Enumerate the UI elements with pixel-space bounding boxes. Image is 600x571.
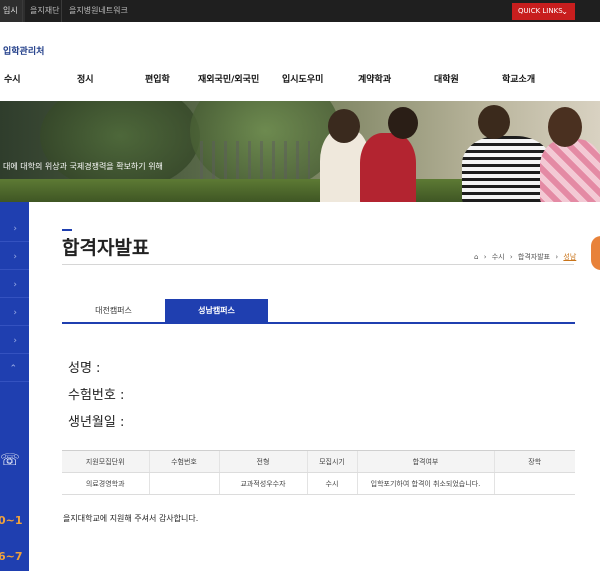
breadcrumb-separator: ›: [483, 253, 487, 261]
nav-item-jeongsi[interactable]: 정시: [77, 72, 94, 85]
chevron-right-icon: ›: [13, 280, 17, 290]
thank-you-message: 을지대학교에 지원해 주셔서 감사합니다.: [63, 514, 199, 523]
breadcrumb-item[interactable]: 합격자발표: [518, 253, 550, 261]
banner-tree: [40, 101, 200, 191]
breadcrumb-current[interactable]: 성남: [563, 253, 576, 261]
chevron-right-icon: ›: [13, 308, 17, 318]
result-table: 지원모집단위 수험번호 전형 모집시기 합격여부 장학 의료경영학과 교과적성우…: [62, 450, 575, 495]
banner-student-head: [388, 107, 418, 139]
column-header: 모집시기: [306, 450, 357, 473]
table-cell: 수시: [306, 472, 357, 495]
nav-item-transfer[interactable]: 편입학: [145, 72, 170, 85]
table-cell: [493, 472, 575, 495]
quick-links-button[interactable]: QUICK LINKS ⌄: [512, 3, 575, 20]
site-brand[interactable]: 입학관리처: [3, 44, 44, 57]
nav-item-graduate[interactable]: 대학원: [434, 72, 459, 85]
main-navigation: 수시 정시 편입학 재외국민/외국민 입시도우미 계약학과 대학원 학교소개: [0, 72, 600, 88]
banner-student: [360, 133, 416, 202]
campus-tabs: 대전캠퍼스 성남캠퍼스: [62, 299, 575, 324]
side-nav-item[interactable]: ›: [0, 244, 29, 270]
phone-number-fragment: 0~1: [0, 514, 23, 527]
breadcrumb-item[interactable]: 수시: [492, 253, 505, 261]
quick-links-label: QUICK LINKS: [518, 7, 563, 15]
banner-slogan: 대에 대학의 위상과 국제경쟁력을 확보하기 위해: [3, 162, 163, 171]
title-accent: [62, 229, 72, 231]
phone-icon: ☏: [0, 450, 21, 469]
column-header: 지원모집단위: [62, 450, 149, 473]
floating-side-tab[interactable]: [591, 236, 600, 270]
banner-fence: [200, 141, 310, 181]
table-cell: 입학포기하여 합격이 취소되었습니다.: [356, 472, 494, 495]
table-cell: 교과적성우수자: [218, 472, 307, 495]
home-icon[interactable]: ⌂: [474, 253, 478, 261]
nav-item-about[interactable]: 학교소개: [502, 72, 535, 85]
banner-student: [540, 139, 600, 202]
table-header-row: 지원모집단위 수험번호 전형 모집시기 합격여부 장학: [62, 450, 575, 473]
title-divider: [62, 264, 574, 265]
topbar-link-foundation[interactable]: 을지재단: [22, 0, 66, 22]
table-cell: [148, 472, 219, 495]
chevron-right-icon: ›: [13, 336, 17, 346]
banner-student-head: [478, 105, 510, 139]
table-cell: 의료경영학과: [62, 472, 149, 495]
breadcrumb-separator: ›: [555, 253, 559, 261]
phone-number-fragment: 6~7: [0, 550, 23, 563]
nav-item-contract-dept[interactable]: 계약학과: [358, 72, 391, 85]
name-label: 성명 :: [68, 361, 101, 376]
exam-number-label: 수험번호 :: [68, 388, 125, 403]
column-header: 전형: [218, 450, 307, 473]
hero-banner: 대에 대학의 위상과 국제경쟁력을 확보하기 위해: [0, 101, 600, 202]
nav-item-admission-help[interactable]: 입시도우미: [282, 72, 323, 85]
nav-item-overseas[interactable]: 재외국민/외국민: [198, 72, 259, 85]
chevron-right-icon: ›: [13, 252, 17, 262]
tab-seongnam-campus[interactable]: 성남캠퍼스: [165, 299, 268, 322]
column-header: 수험번호: [148, 450, 219, 473]
side-nav-item[interactable]: ›: [0, 328, 29, 354]
banner-student-head: [328, 109, 360, 143]
chevron-right-icon: ›: [13, 224, 17, 234]
topbar-link-hospital-network[interactable]: 을지병원네트워크: [61, 0, 135, 22]
side-nav-item[interactable]: ›: [0, 216, 29, 242]
page-title: 합격자발표: [62, 237, 150, 259]
breadcrumb-separator: ›: [509, 253, 513, 261]
column-header: 합격여부: [356, 450, 494, 473]
birthdate-label: 생년월일 :: [68, 415, 125, 430]
side-navigation: › › › › › ⌃ ☏ 0~1 6~7: [0, 202, 29, 571]
top-utility-bar: 입시 을지재단 을지병원네트워크 QUICK LINKS ⌄: [0, 0, 600, 22]
breadcrumb: ⌂ › 수시 › 합격자발표 › 성남: [474, 252, 579, 262]
tab-daejeon-campus[interactable]: 대전캠퍼스: [62, 299, 165, 322]
table-row: 의료경영학과 교과적성우수자 수시 입학포기하여 합격이 취소되었습니다.: [62, 472, 575, 495]
side-nav-item[interactable]: ›: [0, 300, 29, 326]
chevron-up-icon: ⌃: [9, 364, 17, 374]
nav-item-susi[interactable]: 수시: [4, 72, 21, 85]
chevron-down-icon: ⌄: [561, 7, 568, 16]
side-nav-collapse[interactable]: ⌃: [0, 356, 29, 382]
column-header: 장학: [493, 450, 575, 473]
side-nav-item[interactable]: ›: [0, 272, 29, 298]
banner-student-head: [548, 107, 582, 147]
banner-student: [462, 136, 552, 202]
